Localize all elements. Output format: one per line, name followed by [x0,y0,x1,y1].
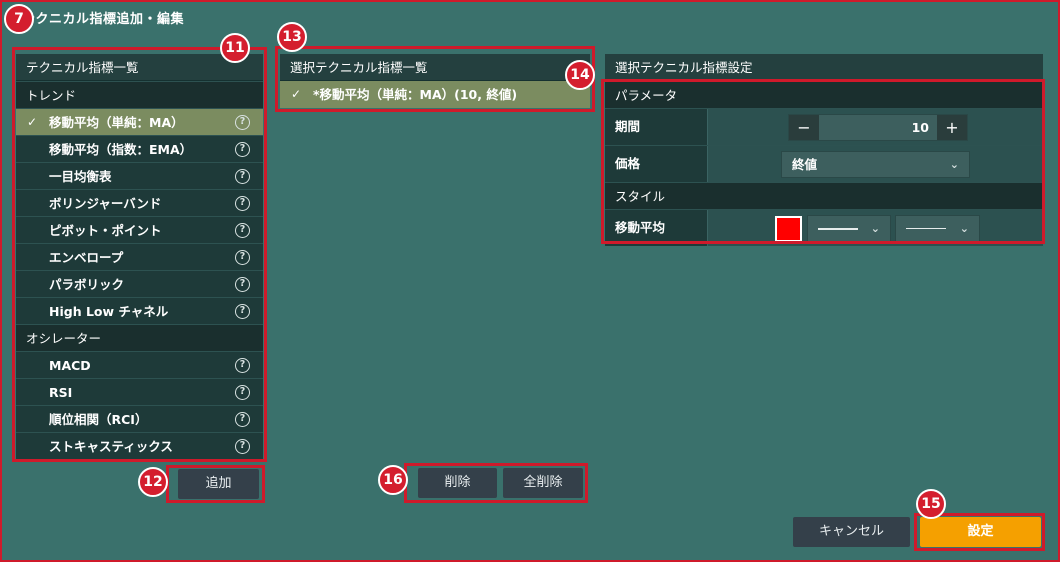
price-row: 価格 終値 ⌄ [605,145,1043,182]
line-width-sample [818,228,858,230]
category-oscillator: オシレーター [16,324,263,351]
list-item-ichimoku[interactable]: 一目均衡表 ? [16,162,263,189]
list-item-parabolic[interactable]: パラボリック ? [16,270,263,297]
ma-style-cell: ⌄ ⌄ [708,210,1043,246]
callout-11: 11 [220,33,250,63]
indicator-list: テクニカル指標一覧 トレンド ✓ 移動平均（単純：MA） ? 移動平均（指数：E… [16,54,263,459]
delete-button[interactable]: 削除 [418,468,497,498]
list-item-macd[interactable]: MACD ? [16,351,263,378]
color-swatch[interactable] [775,216,802,242]
list-item-pivot[interactable]: ピボット・ポイント ? [16,216,263,243]
list-item-stochastics[interactable]: ストキャスティックス ? [16,432,263,459]
callout-12: 12 [138,467,168,497]
period-label: 期間 [605,109,708,145]
price-label: 価格 [605,146,708,182]
list-item-envelope[interactable]: エンベロープ ? [16,243,263,270]
list-item-label: エンベロープ [49,250,124,265]
question-circle-icon[interactable]: ? [235,304,250,319]
window-title: テクニカル指標追加・編集 [22,12,185,27]
list-item-rci[interactable]: 順位相関（RCI） ? [16,405,263,432]
ma-style-row: 移動平均 ⌄ ⌄ [605,209,1043,246]
question-circle-icon[interactable]: ? [235,115,250,130]
question-circle-icon[interactable]: ? [235,169,250,184]
cancel-button[interactable]: キャンセル [793,517,910,547]
ma-style-label: 移動平均 [605,210,708,246]
list-item-label: MACD [49,358,91,373]
plus-button[interactable]: + [937,115,967,140]
selected-item-label: *移動平均（単純：MA）(10, 終値) [313,87,518,102]
list-item-label: 順位相関（RCI） [49,412,148,427]
question-circle-icon[interactable]: ? [235,358,250,373]
callout-14: 14 [565,60,595,90]
list-item-label: 移動平均（単純：MA） [49,115,184,130]
chevron-down-icon: ⌄ [870,222,880,235]
list-item-highlow[interactable]: High Low チャネル ? [16,297,263,324]
list-item-ema[interactable]: 移動平均（指数：EMA） ? [16,135,263,162]
price-value-cell: 終値 ⌄ [708,146,1043,182]
callout-13: 13 [277,22,307,52]
line-width-dropdown[interactable]: ⌄ [807,215,891,242]
list-item-label: ピボット・ポイント [49,223,162,238]
settings-panel: 選択テクニカル指標設定 パラメータ 期間 − 10 + 価格 終値 ⌄ スタイル… [605,54,1043,246]
question-circle-icon[interactable]: ? [235,412,250,427]
question-circle-icon[interactable]: ? [235,439,250,454]
list-item-label: パラボリック [49,277,125,292]
price-dropdown[interactable]: 終値 ⌄ [781,151,970,178]
question-circle-icon[interactable]: ? [235,223,250,238]
check-icon: ✓ [27,115,38,129]
ok-button[interactable]: 設定 [920,517,1041,547]
list-item-bollinger[interactable]: ボリンジャーバンド ? [16,189,263,216]
line-style-sample [906,228,946,229]
check-icon: ✓ [291,87,302,101]
question-circle-icon[interactable]: ? [235,250,250,265]
period-input[interactable]: 10 [819,115,937,140]
price-dropdown-value: 終値 [792,157,818,172]
selected-list-header: 選択テクニカル指標一覧 [280,54,590,81]
question-circle-icon[interactable]: ? [235,385,250,400]
selected-list: 選択テクニカル指標一覧 ✓ *移動平均（単純：MA）(10, 終値) [280,54,590,108]
category-trend: トレンド [16,81,263,108]
list-item-label: 移動平均（指数：EMA） [49,142,193,157]
settings-header: 選択テクニカル指標設定 [605,54,1043,81]
list-item-label: RSI [49,385,73,400]
chevron-down-icon: ⌄ [959,222,969,235]
period-row: 期間 − 10 + [605,108,1043,145]
list-item-rsi[interactable]: RSI ? [16,378,263,405]
style-header: スタイル [605,182,1043,209]
question-circle-icon[interactable]: ? [235,196,250,211]
list-item-label: ストキャスティックス [49,439,173,454]
list-item-label: ボリンジャーバンド [49,196,162,211]
callout-7: 7 [4,4,34,34]
add-button[interactable]: 追加 [178,469,259,499]
question-circle-icon[interactable]: ? [235,142,250,157]
question-circle-icon[interactable]: ? [235,277,250,292]
list-item-label: High Low チャネル [49,304,169,319]
selected-item[interactable]: ✓ *移動平均（単純：MA）(10, 終値) [280,81,590,108]
delete-all-button[interactable]: 全削除 [503,468,583,498]
period-stepper: − 10 + [788,114,968,141]
callout-16: 16 [378,465,408,495]
minus-button[interactable]: − [789,115,819,140]
chevron-down-icon: ⌄ [949,158,959,171]
list-item-label: 一目均衡表 [49,169,112,184]
callout-15: 15 [916,489,946,519]
period-value-cell: − 10 + [708,109,1043,145]
line-style-dropdown[interactable]: ⌄ [895,215,980,242]
list-item-ma[interactable]: ✓ 移動平均（単純：MA） ? [16,108,263,135]
params-header: パラメータ [605,81,1043,108]
